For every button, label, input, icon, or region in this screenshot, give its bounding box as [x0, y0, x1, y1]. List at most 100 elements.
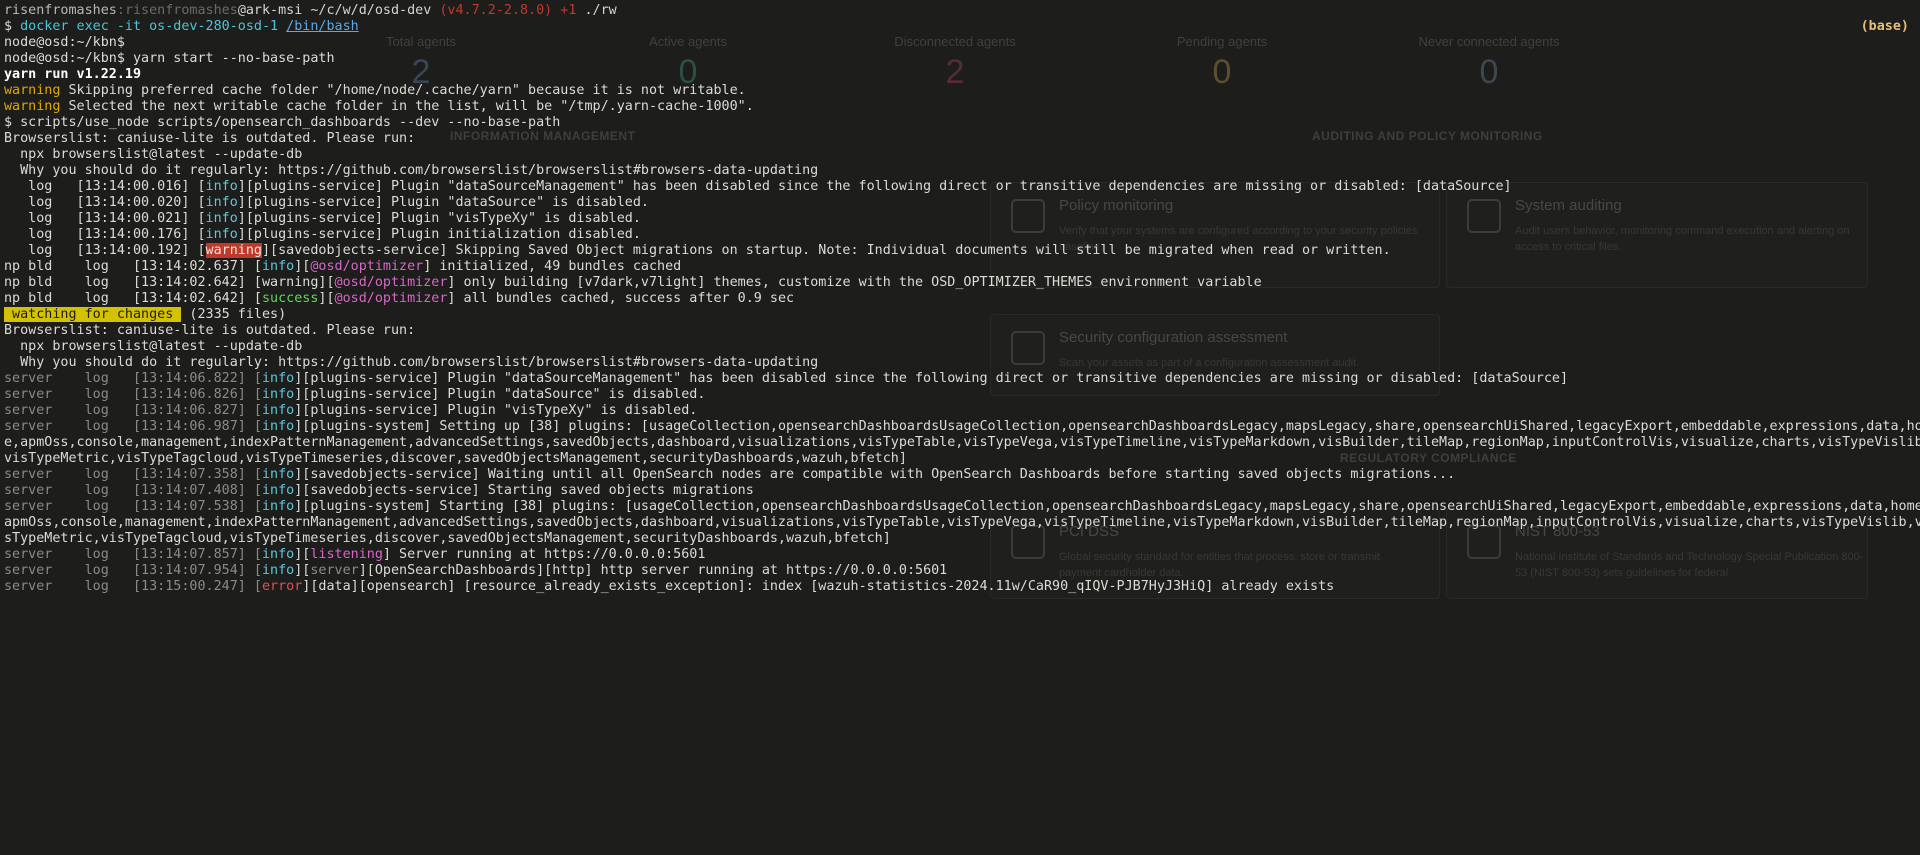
- log-prefix: server log [13:14:06.822] [: [4, 371, 262, 386]
- server-log-line: server log [13:14:07.954] [info][server]…: [4, 563, 947, 579]
- log-text: ] all bundles cached, success after 0.9 …: [447, 291, 795, 306]
- log-text: ][plugins-service] Plugin "dataSourceMan…: [237, 179, 1512, 194]
- log-text: ][plugins-service] Plugin "dataSource" i…: [294, 387, 706, 402]
- log-level: error: [261, 579, 303, 594]
- prompt-sep: :: [116, 3, 125, 18]
- prompt-git-status: (v4.7.2-2.8.0) +1: [439, 3, 577, 18]
- terminal-line: node@osd:~/kbn$: [4, 35, 125, 50]
- log-line: log [13:14:00.016] [info][plugins-servic…: [4, 179, 1512, 195]
- log-sep: ][: [318, 291, 335, 306]
- log-source: server: [310, 563, 359, 578]
- server-log-line: server log [13:14:06.826] [info][plugins…: [4, 387, 705, 403]
- log-prefix: server log [13:14:07.954] [: [4, 563, 262, 578]
- log-text: ][savedobjects-service] Skipping Saved O…: [261, 243, 1391, 258]
- log-prefix: log [13:14:00.020] [: [4, 195, 206, 210]
- server-log-line: server log [13:14:07.538] [info][plugins…: [4, 499, 1920, 515]
- server-log-line: server log [13:14:07.857] [info][listeni…: [4, 547, 705, 563]
- log-text: ][OpenSearchDashboards][http] http serve…: [358, 563, 948, 578]
- terminal-line: Why you should do it regularly: https://…: [4, 355, 819, 370]
- log-level: info: [261, 419, 295, 434]
- shell-prompt-line: risenfromashes:risenfromashes@ark-msi ~/…: [4, 3, 617, 19]
- server-log-line: server log [13:14:07.358] [info][savedob…: [4, 467, 1455, 483]
- terminal-line: npx browserslist@latest --update-db: [4, 339, 303, 354]
- server-log-wrap: sTypeMetric,visTypeTagcloud,visTypeTimes…: [4, 531, 891, 546]
- terminal-line: Browserslist: caniuse-lite is outdated. …: [4, 323, 416, 338]
- log-line: log [13:14:00.020] [info][plugins-servic…: [4, 195, 649, 211]
- conda-env-badge: (base): [1860, 19, 1909, 34]
- log-text: ][data][opensearch] [resource_already_ex…: [302, 579, 1335, 594]
- log-prefix: server log [13:14:07.857] [: [4, 547, 262, 562]
- log-line: log [13:14:00.176] [info][plugins-servic…: [4, 227, 641, 243]
- warning-label: warning: [4, 83, 61, 98]
- log-level: info: [261, 563, 295, 578]
- watching-badge: watching for changes: [4, 307, 182, 322]
- log-text: ][plugins-service] Plugin "dataSource" i…: [237, 195, 649, 210]
- dollar: $: [4, 19, 21, 34]
- terminal-line: node@osd:~/kbn$ yarn start --no-base-pat…: [4, 51, 335, 66]
- log-prefix: server log [13:14:06.826] [: [4, 387, 262, 402]
- log-prefix: np bld log [13:14:02.642] [: [4, 291, 262, 306]
- log-level: info: [261, 483, 295, 498]
- log-sep: ][: [294, 563, 311, 578]
- log-text: ][plugins-service] Plugin initialization…: [237, 227, 641, 242]
- server-log-line: server log [13:14:06.822] [info][plugins…: [4, 371, 1568, 387]
- server-log-line: server log [13:14:06.827] [info][plugins…: [4, 403, 697, 419]
- prompt-command: ./rw: [576, 3, 617, 18]
- line-text: Selected the next writable cache folder …: [60, 99, 754, 114]
- server-log-wrap: visTypeMetric,visTypeTagcloud,visTypeTim…: [4, 451, 907, 466]
- log-prefix: server log [13:14:07.358] [: [4, 467, 262, 482]
- log-prefix: log [13:14:00.021] [: [4, 211, 206, 226]
- server-log-wrap: e,apmOss,console,management,indexPattern…: [4, 435, 1920, 450]
- server-log-line: server log [13:14:06.987] [info][plugins…: [4, 419, 1920, 435]
- server-log-line: server log [13:14:07.408] [info][savedob…: [4, 483, 754, 499]
- log-prefix: log [13:14:00.016] [: [4, 179, 206, 194]
- log-level: info: [261, 467, 295, 482]
- log-prefix: server log [13:15:00.247] [: [4, 579, 262, 594]
- log-prefix: np bld log [13:14:02.642] [warning][: [4, 275, 335, 290]
- log-prefix: np bld log [13:14:02.637] [: [4, 259, 262, 274]
- log-text: ] only building [v7dark,v7light] themes,…: [447, 275, 1262, 290]
- log-level: info: [261, 371, 295, 386]
- log-source: @osd/optimizer: [334, 291, 448, 306]
- log-text: ] Server running at https://0.0.0.0:5601: [382, 547, 706, 562]
- terminal-line: $ scripts/use_node scripts/opensearch_da…: [4, 115, 561, 130]
- log-text: ] initialized, 49 bundles cached: [423, 259, 682, 274]
- log-prefix: server log [13:14:06.987] [: [4, 419, 262, 434]
- log-level: info: [261, 259, 295, 274]
- docker-command-line: $ docker exec -it os-dev-280-osd-1 /bin/…: [4, 19, 359, 35]
- log-level: info: [261, 547, 295, 562]
- terminal-line: warning Skipping preferred cache folder …: [4, 83, 746, 99]
- docker-command: docker exec -it os-dev-280-osd-1: [20, 19, 287, 34]
- log-level: warning: [205, 243, 262, 258]
- prompt-user: risenfromashes: [4, 3, 117, 18]
- prompt-host-dim: risenfromashes: [124, 3, 238, 18]
- log-line: log [13:14:00.192] [warning][savedobject…: [4, 243, 1391, 259]
- log-line: log [13:14:00.021] [info][plugins-servic…: [4, 211, 641, 227]
- file-count: (2335 files): [181, 307, 287, 322]
- server-log-wrap: apmOss,console,management,indexPatternMa…: [4, 515, 1920, 530]
- warning-label: warning: [4, 99, 61, 114]
- log-prefix: server log [13:14:06.827] [: [4, 403, 262, 418]
- log-line: np bld log [13:14:02.642] [warning][@osd…: [4, 275, 1262, 291]
- log-source: @osd/optimizer: [310, 259, 424, 274]
- terminal-line: warning Selected the next writable cache…: [4, 99, 754, 115]
- log-text: ][plugins-system] Starting [38] plugins:…: [294, 499, 1920, 514]
- log-prefix: server log [13:14:07.408] [: [4, 483, 262, 498]
- log-text: ][savedobjects-service] Waiting until al…: [294, 467, 1456, 482]
- log-sep: ][: [294, 547, 311, 562]
- terminal-line: yarn run v1.22.19: [4, 67, 142, 82]
- log-source: @osd/optimizer: [334, 275, 448, 290]
- log-line: np bld log [13:14:02.637] [info][@osd/op…: [4, 259, 681, 275]
- log-prefix: log [13:14:00.176] [: [4, 227, 206, 242]
- terminal-window[interactable]: risenfromashes:risenfromashes@ark-msi ~/…: [0, 0, 1920, 597]
- log-level: success: [261, 291, 319, 306]
- shell-path-link[interactable]: /bin/bash: [286, 19, 359, 34]
- log-level: info: [205, 179, 238, 194]
- log-text: ][plugins-system] Setting up [38] plugin…: [294, 419, 1920, 434]
- log-sep: ][: [294, 259, 311, 274]
- log-text: ][plugins-service] Plugin "visTypeXy" is…: [237, 211, 641, 226]
- log-text: ][savedobjects-service] Starting saved o…: [294, 483, 754, 498]
- terminal-line: npx browserslist@latest --update-db: [4, 147, 303, 162]
- log-level: info: [261, 387, 295, 402]
- log-source: listening: [310, 547, 383, 562]
